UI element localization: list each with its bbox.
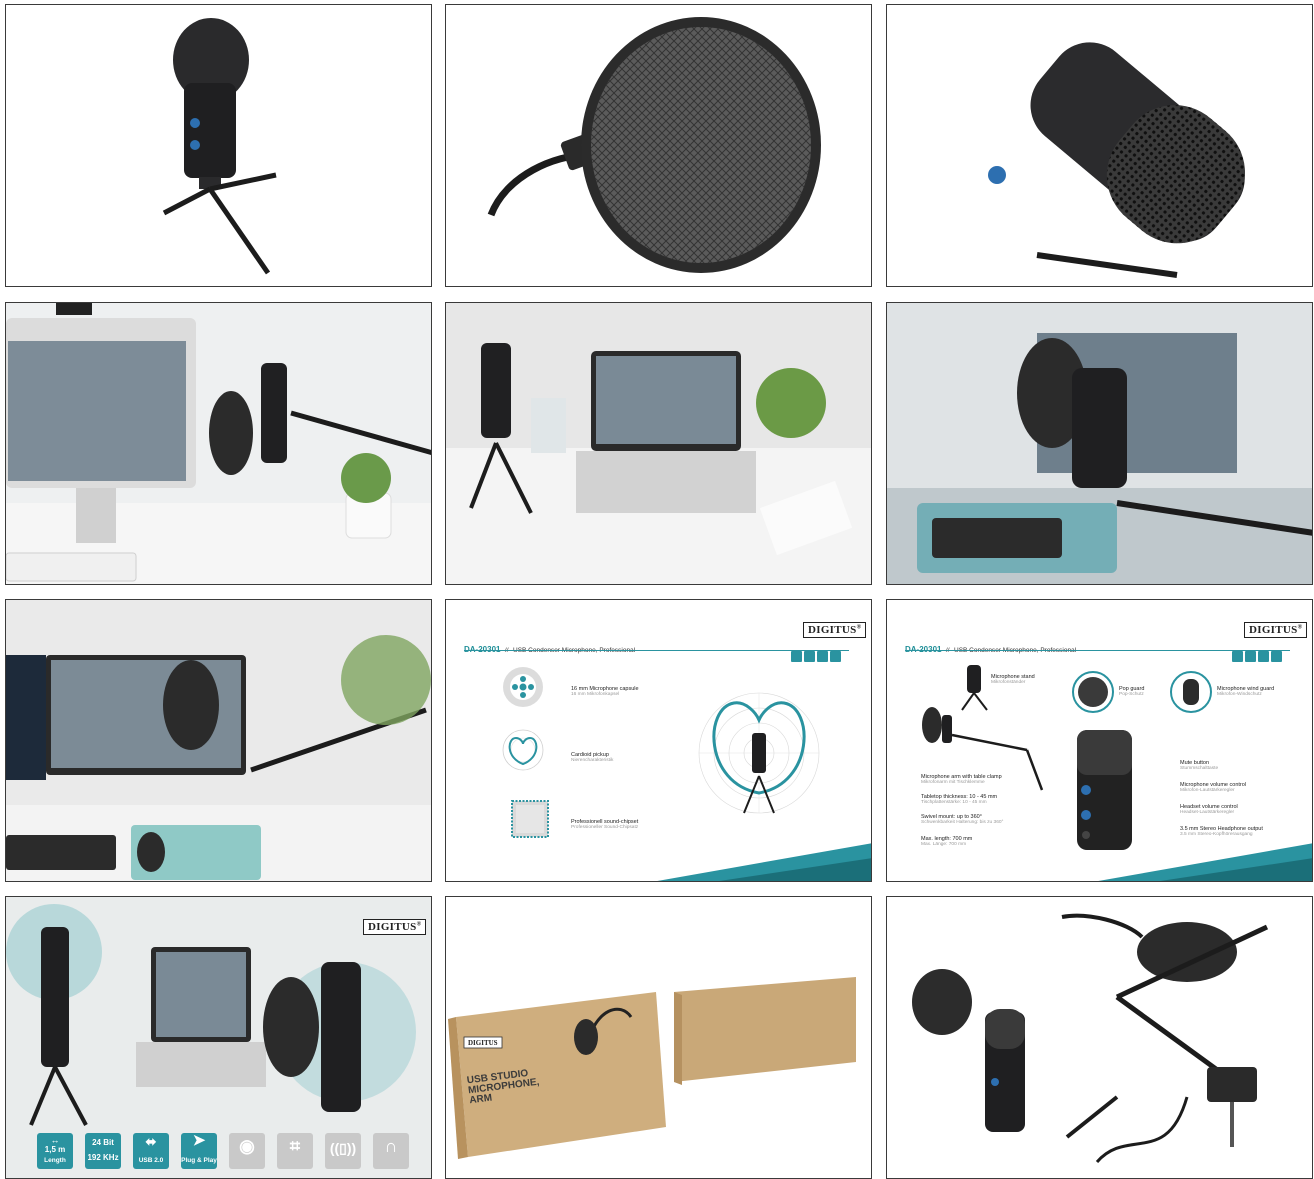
brand-logo: DIGITUS® [363,919,427,935]
usb-badge: ⬌ USB 2.0 [133,1133,169,1169]
brand-logo: DIGITUS® [1244,622,1308,638]
microphone-closeup-image [887,5,1312,286]
headphones-icon: ∩ [384,1136,398,1156]
tile-spec-slide-b[interactable]: DIGITUS® DA-20301 // USB Condenser Micro… [886,599,1313,882]
audio-quality-badge: 24 Bit 192 KHz [85,1133,121,1169]
monitor-popfilter-image [887,303,1312,584]
vibration-icon: ((▯)) [329,1140,357,1156]
callout-swivel: Swivel mount: up to 360° Schwenkbarkeit … [921,814,1004,825]
dual-monitor-arm-image [6,600,431,881]
tile-package-contents[interactable] [886,896,1313,1179]
feature-capsule: 16 mm Microphone capsule 16 mm Mikrofonk… [571,686,639,697]
callout-headphone-output: 3.5 mm Stereo Headphone output 3.5 mm St… [1180,826,1263,837]
slide-footer-band [657,843,871,881]
cable-length-badge: ↔ 1,5 m Length [37,1133,73,1169]
laptop-tripod-image [446,303,871,584]
feature-chipset: Professionell sound-chipset Professionel… [571,819,639,830]
tile-features-badges[interactable]: DIGITUS® ↔ 1,5 m Length 24 Bit 192 KHz ⬌… [5,896,432,1179]
webcam-badge: ◉ [229,1133,265,1169]
audio-mini-icon [1245,651,1256,662]
length-mini-icon [791,651,802,662]
plug-play-mini-icon [830,651,841,662]
tile-pop-filter[interactable] [445,4,872,287]
cardioid-icon [502,729,544,771]
packaging-image [446,897,871,1178]
usb-icon: ⬌ [145,1134,157,1149]
package-contents-image [887,897,1312,1178]
tile-monitor-popfilter[interactable] [886,302,1313,585]
tile-spec-slide-a[interactable]: DIGITUS® DA-20301 // USB Condenser Micro… [445,599,872,882]
callout-wind-guard: Microphone wind guard Mikrofon-Windschut… [1217,686,1275,697]
gamepad-icon: ⌗ [289,1136,301,1156]
audio-mini-icon [804,651,815,662]
pop-guard-icon [1072,671,1114,713]
chipset-icon [511,800,549,838]
mic-controls-image [1077,730,1132,850]
callout-tabletop: Tabletop thickness: 10 - 45 mm Tischplat… [921,794,998,805]
callout-arm-clamp: Microphone arm with table clamp Mikrofon… [921,774,1002,785]
gamepad-badge: ⌗ [277,1133,313,1169]
callout-pop-guard: Pop guard Pop-Schutz [1119,686,1145,697]
plug-and-play-badge: ➤ Plug & Play [181,1133,217,1169]
polar-pattern-diagram [698,692,820,814]
tile-microphone-on-tripod[interactable] [5,4,432,287]
brand-logo: DIGITUS® [803,622,867,638]
tile-laptop-tripod[interactable] [445,302,872,585]
wind-guard-icon [1170,671,1212,713]
callout-mic-volume: Microphone volume control Mikrofon-Lauts… [1180,782,1247,793]
box-brand-logo: DIGITUS [468,1039,498,1047]
cable-length-icon: ↔ [50,1135,60,1145]
usb-mini-icon [817,651,828,662]
length-mini-icon [1232,651,1243,662]
callout-headset-volume: Headset volume control Headset-Lautstärk… [1180,804,1238,815]
plug-play-mini-icon [1271,651,1282,662]
capsule-icon [503,667,543,707]
slide-a-header: DA-20301 // USB Condenser Microphone, Pr… [464,639,635,657]
headphones-badge: ∩ [373,1133,409,1169]
pop-filter-image [446,5,871,286]
plug-and-play-icon: ➤ [192,1132,206,1149]
webcam-icon: ◉ [239,1136,255,1156]
usb-mini-icon [1258,651,1269,662]
tile-microphone-closeup[interactable] [886,4,1313,287]
microphone-tripod-image [6,5,431,286]
slide-b-header: DA-20301 // USB Condenser Microphone, Pr… [905,639,1076,657]
vibration-badge: ((▯)) [325,1133,361,1169]
slide-footer-band [1098,843,1312,881]
tile-packaging[interactable]: DIGITUS USB STUDIO MICROPHONE, ARM [445,896,872,1179]
tile-dual-monitor-arm[interactable] [5,599,432,882]
tile-videocall-desk-arm[interactable] [5,302,432,585]
callout-mute: Mute button Stummschalttaste [1180,760,1219,771]
feature-cardioid: Cardioid pickup Nierencharakteristik [571,752,614,763]
callout-stand: Microphone stand Mikrofonständer [991,674,1035,685]
videocall-desk-arm-image [6,303,431,584]
